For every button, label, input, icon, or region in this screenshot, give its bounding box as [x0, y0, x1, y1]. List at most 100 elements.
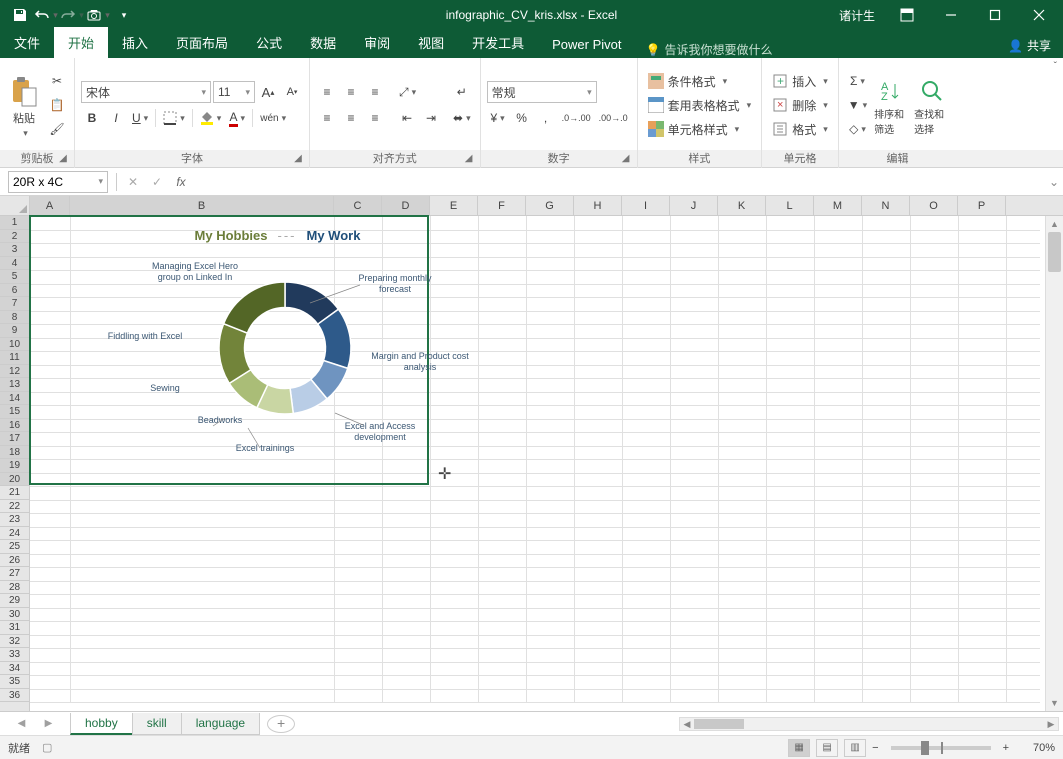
font-name-combo[interactable]: 宋体▾	[81, 81, 211, 103]
row-header[interactable]: 23	[0, 513, 29, 527]
sort-filter-button[interactable]: AZ 排序和筛选	[874, 62, 910, 148]
align-middle-icon[interactable]: ≡	[340, 81, 362, 103]
orientation-icon[interactable]: ⤢	[396, 81, 419, 103]
column-header[interactable]: J	[670, 196, 718, 215]
tell-me-search[interactable]: 💡 告诉我你想要做什么	[646, 41, 773, 58]
align-top-icon[interactable]: ≡	[316, 81, 338, 103]
comma-icon[interactable]: ,	[535, 107, 557, 129]
column-header[interactable]: H	[574, 196, 622, 215]
column-header[interactable]: F	[478, 196, 526, 215]
row-header[interactable]: 18	[0, 446, 29, 460]
sheet-tab[interactable]: hobby	[70, 713, 133, 735]
row-header[interactable]: 25	[0, 540, 29, 554]
column-header[interactable]: P	[958, 196, 1006, 215]
row-header[interactable]: 11	[0, 351, 29, 365]
decrease-font-icon[interactable]: A▾	[281, 81, 303, 103]
column-header[interactable]: D	[382, 196, 430, 215]
conditional-format-button[interactable]: 条件格式	[644, 70, 756, 92]
column-header[interactable]: C	[334, 196, 382, 215]
font-color-icon[interactable]: A	[226, 107, 248, 129]
column-header[interactable]: L	[766, 196, 814, 215]
column-header[interactable]: G	[526, 196, 574, 215]
row-header[interactable]: 8	[0, 311, 29, 325]
row-header[interactable]: 29	[0, 594, 29, 608]
alignment-launcher-icon[interactable]: ◢	[462, 153, 476, 167]
decrease-indent-icon[interactable]: ⇤	[396, 107, 418, 129]
zoom-out-icon[interactable]: −	[872, 742, 878, 754]
ribbon-display-icon[interactable]	[887, 0, 927, 30]
row-header[interactable]: 21	[0, 486, 29, 500]
row-header[interactable]: 28	[0, 581, 29, 595]
italic-icon[interactable]: I	[105, 107, 127, 129]
tab-home[interactable]: 开始	[54, 27, 108, 58]
increase-font-icon[interactable]: A▴	[257, 81, 279, 103]
row-header[interactable]: 31	[0, 621, 29, 635]
undo-icon[interactable]	[34, 3, 58, 27]
row-header[interactable]: 15	[0, 405, 29, 419]
page-layout-view-icon[interactable]: ▤	[816, 739, 838, 757]
tab-file[interactable]: 文件	[0, 27, 54, 58]
wrap-text-icon[interactable]: ↵	[450, 81, 474, 103]
macro-record-icon[interactable]: ▢	[42, 741, 52, 754]
decrease-decimal-icon[interactable]: .00→.0	[596, 107, 631, 129]
row-header[interactable]: 19	[0, 459, 29, 473]
sheet-tab[interactable]: language	[181, 713, 260, 735]
enter-formula-icon[interactable]: ✓	[145, 171, 169, 193]
camera-icon[interactable]	[86, 3, 110, 27]
vscroll-thumb[interactable]	[1048, 232, 1061, 272]
column-header[interactable]: O	[910, 196, 958, 215]
sheet-tab[interactable]: skill	[132, 713, 182, 735]
redo-icon[interactable]	[60, 3, 84, 27]
row-header[interactable]: 32	[0, 635, 29, 649]
number-launcher-icon[interactable]: ◢	[619, 153, 633, 167]
fill-icon[interactable]: ▼	[845, 94, 870, 116]
scroll-left-icon[interactable]: ◀	[680, 718, 694, 730]
collapse-ribbon-icon[interactable]: ˇ	[1052, 59, 1059, 74]
tab-developer[interactable]: 开发工具	[458, 27, 538, 58]
row-header[interactable]: 16	[0, 419, 29, 433]
row-header[interactable]: 26	[0, 554, 29, 568]
phonetic-icon[interactable]: wén	[257, 107, 289, 129]
autosum-icon[interactable]: Σ	[845, 70, 870, 92]
zoom-level[interactable]: 70%	[1015, 742, 1055, 754]
tab-page-layout[interactable]: 页面布局	[162, 27, 242, 58]
merge-center-icon[interactable]: ⬌	[450, 107, 474, 129]
expand-formula-bar-icon[interactable]: ⌄	[1045, 171, 1063, 193]
row-header[interactable]: 4	[0, 257, 29, 271]
align-right-icon[interactable]: ≡	[364, 107, 386, 129]
zoom-slider[interactable]	[891, 746, 991, 750]
clipboard-launcher-icon[interactable]: ◢	[56, 153, 70, 167]
donut-chart[interactable]: My Hobbies --- My Work Preparing monthly…	[105, 228, 450, 478]
minimize-icon[interactable]	[931, 0, 971, 30]
sheet-prev-icon[interactable]: ◀	[18, 718, 26, 729]
share-button[interactable]: 👤 共享	[996, 33, 1063, 58]
fill-color-icon[interactable]	[197, 107, 225, 129]
increase-decimal-icon[interactable]: .0→.00	[559, 107, 594, 129]
column-header[interactable]: B	[70, 196, 334, 215]
scroll-up-icon[interactable]: ▲	[1046, 216, 1063, 232]
close-icon[interactable]	[1019, 0, 1059, 30]
hscroll-thumb[interactable]	[694, 719, 744, 729]
normal-view-icon[interactable]: ▦	[788, 739, 810, 757]
row-header[interactable]: 12	[0, 365, 29, 379]
row-header[interactable]: 5	[0, 270, 29, 284]
find-select-button[interactable]: 查找和选择	[914, 62, 950, 148]
paste-button[interactable]: 粘贴	[6, 62, 42, 148]
page-break-view-icon[interactable]: ▥	[844, 739, 866, 757]
underline-icon[interactable]: U	[129, 107, 151, 129]
column-header[interactable]: N	[862, 196, 910, 215]
cut-icon[interactable]: ✂	[46, 70, 68, 92]
maximize-icon[interactable]	[975, 0, 1015, 30]
percent-icon[interactable]: %	[511, 107, 533, 129]
tab-formulas[interactable]: 公式	[242, 27, 296, 58]
new-sheet-button[interactable]: +	[267, 715, 295, 733]
row-header[interactable]: 14	[0, 392, 29, 406]
cell-styles-button[interactable]: 单元格样式	[644, 118, 756, 140]
vertical-scrollbar[interactable]: ▲ ▼	[1045, 216, 1063, 711]
cancel-formula-icon[interactable]: ✕	[121, 171, 145, 193]
format-painter-icon[interactable]: 🖌	[46, 118, 68, 140]
number-format-combo[interactable]: 常规▾	[487, 81, 597, 103]
row-header[interactable]: 13	[0, 378, 29, 392]
row-header[interactable]: 1	[0, 216, 29, 230]
row-header[interactable]: 24	[0, 527, 29, 541]
